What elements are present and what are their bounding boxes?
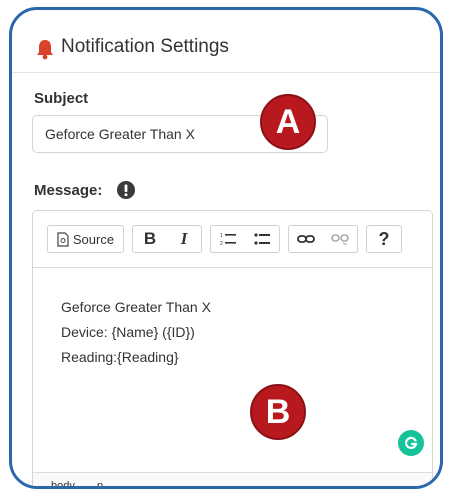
bell-icon [34, 38, 56, 60]
svg-text:2: 2 [220, 241, 223, 246]
toolbar-group-links [288, 225, 358, 253]
editor-toolbar: Source B I 1 2 ? [33, 211, 432, 268]
bold-button[interactable]: B [133, 226, 167, 252]
toolbar-group-basicstyles: B I [132, 225, 202, 253]
toolbar-group-document: Source [47, 225, 124, 253]
subject-label: Subject [34, 90, 89, 107]
path-item-body[interactable]: body [51, 480, 75, 486]
annotation-badge-b: B [250, 384, 306, 440]
notification-settings-panel: Notification Settings Subject Message: [9, 7, 443, 489]
bulleted-list-icon [254, 232, 270, 246]
toolbar-group-about: ? [366, 225, 402, 253]
italic-button[interactable]: I [167, 226, 201, 252]
panel-header: Notification Settings [12, 10, 440, 73]
content-line: Geforce Greater Than X [61, 299, 211, 315]
svg-text:1: 1 [220, 233, 223, 239]
source-button[interactable]: Source [48, 226, 123, 252]
page-title: Notification Settings [61, 36, 229, 57]
bulleted-list-button[interactable] [245, 226, 279, 252]
toolbar-group-lists: 1 2 [210, 225, 280, 253]
unlink-icon [331, 233, 349, 245]
source-label: Source [72, 231, 115, 247]
link-icon [297, 234, 315, 244]
annotation-badge-a: A [260, 94, 316, 150]
help-icon: ? [378, 228, 390, 249]
help-button[interactable]: ? [367, 226, 401, 252]
grammarly-icon[interactable] [398, 430, 424, 456]
exclamation-circle-icon[interactable] [116, 180, 136, 200]
content-line: Device: {Name} ({ID}) [61, 324, 195, 340]
content-line: Reading:{Reading} [61, 349, 179, 365]
resize-handle-icon[interactable] [416, 483, 428, 486]
editor-path-bar: body p [33, 472, 432, 486]
message-label: Message: [34, 182, 103, 199]
link-button[interactable] [289, 226, 323, 252]
unlink-button[interactable] [323, 226, 357, 252]
path-item-p[interactable]: p [97, 480, 103, 486]
editor-content[interactable]: Geforce Greater Than X Device: {Name} ({… [61, 295, 211, 370]
source-icon [57, 231, 69, 247]
numbered-list-icon: 1 2 [220, 232, 236, 246]
numbered-list-button[interactable]: 1 2 [211, 226, 245, 252]
message-editor[interactable]: Source B I 1 2 ? Geforce Greater Than X … [32, 210, 433, 486]
